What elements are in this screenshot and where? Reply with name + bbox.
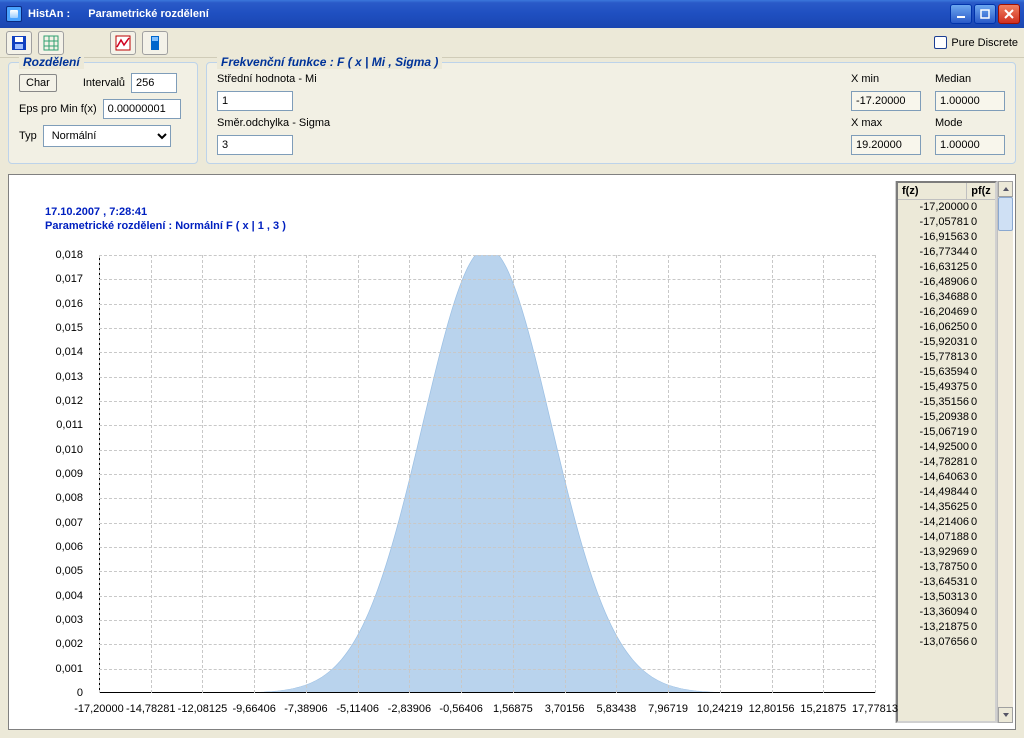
table-row[interactable]: -13,929690 [898, 545, 995, 560]
xmin-output [851, 91, 921, 111]
table-row[interactable]: -17,057810 [898, 215, 995, 230]
table-body: -17,200000-17,057810-16,915630-16,773440… [898, 200, 995, 721]
intervals-input[interactable] [131, 73, 177, 93]
table-header: f(z) pf(z [898, 183, 995, 200]
char-button[interactable]: Char [19, 74, 57, 92]
app-icon [6, 6, 22, 22]
plot-area [99, 255, 875, 693]
window-title: Parametrické rozdělení [88, 8, 208, 20]
intervals-label: Intervalů [83, 77, 125, 89]
table-row[interactable]: -15,493750 [898, 380, 995, 395]
sigma-input[interactable] [217, 135, 293, 155]
xmax-label: X max [851, 117, 921, 129]
table-row[interactable]: -13,645310 [898, 575, 995, 590]
table-row[interactable]: -15,351560 [898, 395, 995, 410]
scroll-down-icon[interactable] [998, 707, 1013, 723]
eps-input[interactable] [103, 99, 181, 119]
table-row[interactable]: -16,204690 [898, 305, 995, 320]
table-row[interactable]: -13,787500 [898, 560, 995, 575]
scroll-track[interactable] [998, 197, 1013, 707]
sigma-label: Směr.odchylka - Sigma [217, 117, 330, 129]
median-label: Median [935, 73, 1005, 85]
chart-pane: 17.10.2007 , 7:28:41 Parametrické rozděl… [8, 174, 1016, 730]
grid-button[interactable] [38, 31, 64, 55]
table-row[interactable]: -13,360940 [898, 605, 995, 620]
minimize-button[interactable] [950, 4, 972, 24]
maximize-button[interactable] [974, 4, 996, 24]
mode-output [935, 135, 1005, 155]
exit-button[interactable] [142, 31, 168, 55]
table-row[interactable]: -16,773440 [898, 245, 995, 260]
table-row[interactable]: -14,640630 [898, 470, 995, 485]
plot-date: 17.10.2007 , 7:28:41 [45, 205, 883, 219]
table-row[interactable]: -16,631250 [898, 260, 995, 275]
distribution-panel: Rozdělení Char Intervalů Eps pro Min f(x… [8, 62, 198, 164]
mode-label: Mode [935, 117, 1005, 129]
col-pfz: pf(z [967, 183, 995, 199]
table-row[interactable]: -13,076560 [898, 635, 995, 650]
table-row[interactable]: -16,062500 [898, 320, 995, 335]
table-row[interactable]: -15,067190 [898, 425, 995, 440]
table-row[interactable]: -14,925000 [898, 440, 995, 455]
table-row[interactable]: -14,498440 [898, 485, 995, 500]
close-button[interactable] [998, 4, 1020, 24]
x-axis [99, 692, 875, 693]
mean-input[interactable] [217, 91, 293, 111]
table-row[interactable]: -13,218750 [898, 620, 995, 635]
plot-wrap: 17.10.2007 , 7:28:41 Parametrické rozděl… [9, 175, 895, 729]
y-axis-labels: 00,0010,0020,0030,0040,0050,0060,0070,00… [9, 255, 89, 693]
table-row[interactable]: -15,635940 [898, 365, 995, 380]
data-table: f(z) pf(z -17,200000-17,057810-16,915630… [895, 181, 1013, 723]
scroll-thumb[interactable] [998, 197, 1013, 231]
table-row[interactable]: -13,503130 [898, 590, 995, 605]
col-fz: f(z) [898, 183, 967, 199]
app-name: HistAn : [28, 8, 70, 20]
save-button[interactable] [6, 31, 32, 55]
title-bar: HistAn : Parametrické rozdělení [0, 0, 1024, 28]
table-row[interactable]: -14,214060 [898, 515, 995, 530]
frequency-panel: Frekvenční funkce : F ( x | Mi , Sigma )… [206, 62, 1016, 164]
frequency-legend: Frekvenční funkce : F ( x | Mi , Sigma ) [217, 55, 442, 69]
type-select[interactable]: Normální [43, 125, 171, 147]
table-row[interactable]: -14,356250 [898, 500, 995, 515]
plot-subtitle: Parametrické rozdělení : Normální F ( x … [45, 219, 883, 233]
pure-discrete-label: Pure Discrete [951, 37, 1018, 49]
scroll-up-icon[interactable] [998, 181, 1013, 197]
x-axis-labels: -17,20000-14,78281-12,08125-9,66406-7,38… [99, 703, 875, 719]
type-label: Typ [19, 130, 37, 142]
table-row[interactable]: -16,915630 [898, 230, 995, 245]
xmax-output [851, 135, 921, 155]
table-row[interactable]: -15,778130 [898, 350, 995, 365]
table-row[interactable]: -14,071880 [898, 530, 995, 545]
median-output [935, 91, 1005, 111]
table-row[interactable]: -14,782810 [898, 455, 995, 470]
mean-label: Střední hodnota - Mi [217, 73, 330, 85]
table-row[interactable]: -16,489060 [898, 275, 995, 290]
pure-discrete-checkbox[interactable] [934, 36, 947, 49]
toolbar: Pure Discrete [0, 28, 1024, 58]
scrollbar[interactable] [997, 181, 1013, 723]
chart-button[interactable] [110, 31, 136, 55]
distribution-legend: Rozdělení [19, 55, 84, 69]
table-row[interactable]: -15,920310 [898, 335, 995, 350]
table-row[interactable]: -17,200000 [898, 200, 995, 215]
table-row[interactable]: -16,346880 [898, 290, 995, 305]
table-row[interactable]: -15,209380 [898, 410, 995, 425]
eps-label: Eps pro Min f(x) [19, 103, 97, 115]
xmin-label: X min [851, 73, 921, 85]
